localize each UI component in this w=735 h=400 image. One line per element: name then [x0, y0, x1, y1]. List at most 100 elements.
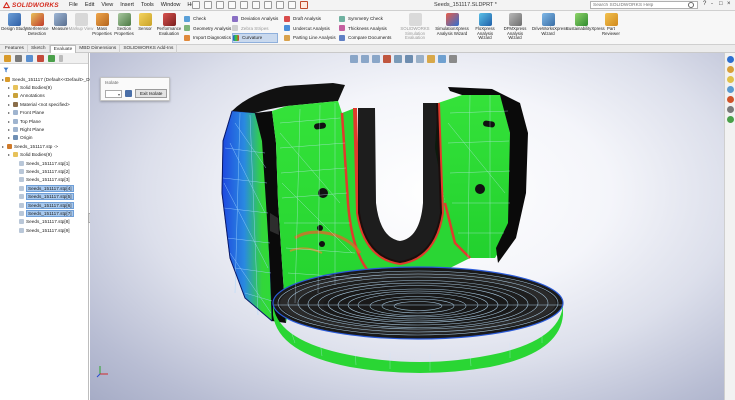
tab-evaluate[interactable]: Evaluate — [49, 45, 77, 53]
geometry-analysis-button[interactable]: Geometry Analysis — [184, 24, 231, 34]
expand-icon[interactable]: ▸ — [2, 77, 4, 82]
menu-view[interactable]: View — [101, 2, 113, 8]
exit-isolate-button[interactable]: Exit Isolate — [135, 89, 168, 98]
save-icon[interactable] — [125, 90, 132, 97]
tree-item[interactable]: Seeds_151117.stp[8] — [0, 218, 89, 226]
custom-properties-icon[interactable] — [726, 106, 734, 113]
menu-edit[interactable]: Edit — [85, 2, 94, 8]
select-icon[interactable] — [252, 1, 260, 9]
deviation-analysis-button[interactable]: Deviation Analysis — [232, 14, 278, 24]
undo-icon[interactable] — [240, 1, 248, 9]
part-reviewer-button[interactable]: Part Reviewer — [598, 13, 624, 36]
file-explorer-icon[interactable] — [726, 76, 734, 83]
tree-item[interactable]: Seeds_151117.stp[1] — [0, 159, 89, 167]
display-manager-tab-icon[interactable] — [48, 54, 55, 62]
expand-icon[interactable]: ▸ — [8, 135, 12, 140]
help-search[interactable] — [590, 1, 698, 9]
dimxpert-tab-icon[interactable] — [37, 54, 44, 62]
expand-icon[interactable]: ▸ — [8, 93, 12, 98]
tree-item[interactable]: ▸ Material <not specified> — [0, 100, 89, 108]
menu-window[interactable]: Window — [161, 2, 181, 8]
tree-item[interactable]: Seeds_151117.stp[2] — [0, 167, 89, 175]
view-palette-icon[interactable] — [726, 86, 734, 93]
tree-item[interactable]: ▸ Front Plane — [0, 109, 89, 117]
tab-solidworks-add-ins[interactable]: SOLIDWORKS Add-Ins — [120, 45, 178, 53]
configuration-manager-tab-icon[interactable] — [26, 54, 33, 62]
search-input[interactable] — [593, 2, 687, 8]
tree-item[interactable]: ▸ Origin — [0, 134, 89, 142]
tree-item[interactable]: Seeds_151117.stp[4] — [0, 184, 89, 192]
tree-item[interactable]: Seeds_151117.stp[3] — [0, 176, 89, 184]
compare-documents-button[interactable]: Compare Documents — [339, 33, 391, 43]
expand-icon[interactable]: ▸ — [8, 119, 12, 124]
property-manager-tab-icon[interactable] — [15, 54, 22, 62]
model-3d[interactable] — [90, 53, 724, 400]
tree-item[interactable]: ▸ Top Plane — [0, 117, 89, 125]
curvature-button[interactable]: Curvature — [232, 33, 279, 43]
simulation-evaluation-button[interactable]: SOLIDWORKS Simulation Evaluation — [398, 13, 432, 41]
performance-evaluation-button[interactable]: Performance Evaluation — [155, 13, 183, 36]
search-icon[interactable] — [688, 2, 694, 8]
options-icon[interactable] — [288, 1, 296, 9]
pin-icon[interactable] — [300, 1, 308, 9]
tree-item[interactable]: ▸ Seeds_151117.stp -> — [0, 142, 89, 150]
tree-item[interactable]: ▸ Solid Bodies(9) — [0, 83, 89, 91]
menu-file[interactable]: File — [69, 2, 78, 8]
expand-icon[interactable]: ▸ — [8, 110, 12, 115]
expand-arrow-icon[interactable] — [59, 54, 63, 62]
new-icon[interactable] — [192, 1, 200, 9]
zebra-stripes-button[interactable]: Zebra Stripes — [232, 24, 278, 34]
symmetry-check-button[interactable]: Symmetry Check — [339, 14, 391, 24]
tree-item[interactable]: Seeds_151117.stp[5] — [0, 192, 89, 201]
expand-icon[interactable]: ▸ — [8, 127, 12, 132]
import-diagnostics-icon — [184, 34, 190, 41]
sustainabilityxpress-button[interactable]: SustainabilityXpress — [566, 13, 605, 32]
expand-icon[interactable]: ▸ — [8, 85, 12, 90]
expand-icon[interactable]: ▸ — [8, 152, 12, 157]
thickness-analysis-button[interactable]: Thickness Analysis — [339, 24, 391, 34]
design-library-icon[interactable] — [726, 66, 734, 73]
expand-icon[interactable]: ▸ — [2, 144, 6, 149]
tab-mbd-dimensions[interactable]: MBD Dimensions — [76, 45, 121, 53]
open-icon[interactable] — [204, 1, 212, 9]
tree-item[interactable]: ▸ Solid Bodies(9) — [0, 151, 89, 159]
tree-item[interactable]: ▸ Seeds_151117 (Default<<Default>_Di — [0, 75, 91, 83]
origin-icon — [13, 135, 18, 141]
tab-features[interactable]: Features — [2, 45, 28, 53]
floxpress-button[interactable]: FloXpress Analysis Wizard — [471, 13, 499, 41]
import-diagnostics-button[interactable]: Import Diagnostics — [184, 33, 231, 43]
driveworksxpress-button[interactable]: DriveWorksXpress Wizard — [532, 13, 568, 36]
save-icon[interactable] — [216, 1, 224, 9]
solidworks-resources-icon[interactable] — [726, 56, 734, 63]
expand-icon[interactable]: ▸ — [8, 102, 12, 107]
feature-manager-tab-icon[interactable] — [4, 54, 11, 62]
minimize-icon[interactable]: - — [711, 1, 713, 7]
tree-item[interactable]: Seeds_151117.stp[7] — [0, 209, 89, 217]
file-properties-icon[interactable] — [276, 1, 284, 9]
tree-item[interactable]: ▸ Annotations — [0, 92, 89, 100]
print-icon[interactable] — [228, 1, 236, 9]
isolate-display-dropdown[interactable]: ▾ — [105, 89, 122, 98]
maximize-icon[interactable]: □ — [719, 1, 723, 7]
rebuild-icon[interactable] — [264, 1, 272, 9]
undercut-analysis-button[interactable]: Undercut Analysis — [284, 24, 336, 34]
menu-insert[interactable]: Insert — [120, 2, 134, 8]
plane-icon — [13, 118, 18, 124]
appearances-icon[interactable] — [726, 96, 734, 103]
check-button[interactable]: Check — [184, 14, 231, 24]
tree-item[interactable]: ▸ Right Plane — [0, 125, 89, 133]
solidworks-logo[interactable]: SOLIDWORKS — [3, 1, 59, 10]
tree-item[interactable]: Seeds_151117.stp[6] — [0, 201, 89, 209]
help-icon[interactable]: ? — [703, 1, 706, 7]
tree-item[interactable]: Seeds_151117.stp[9] — [0, 226, 89, 234]
simulationxpress-button[interactable]: SimulationXpress Analysis Wizard — [434, 13, 470, 36]
forum-icon[interactable] — [726, 116, 734, 123]
parting-line-analysis-button[interactable]: Parting Line Analysis — [284, 33, 336, 43]
menu-tools[interactable]: Tools — [141, 2, 154, 8]
filter-icon[interactable] — [3, 67, 9, 73]
dfmxpress-button[interactable]: DFMXpress Analysis Wizard — [500, 13, 530, 41]
close-icon[interactable]: × — [727, 1, 731, 7]
draft-analysis-button[interactable]: Draft Analysis — [284, 14, 336, 24]
graphics-area[interactable]: Isolate ▾ Exit Isolate — [90, 53, 724, 400]
tab-sketch[interactable]: Sketch — [28, 45, 50, 53]
